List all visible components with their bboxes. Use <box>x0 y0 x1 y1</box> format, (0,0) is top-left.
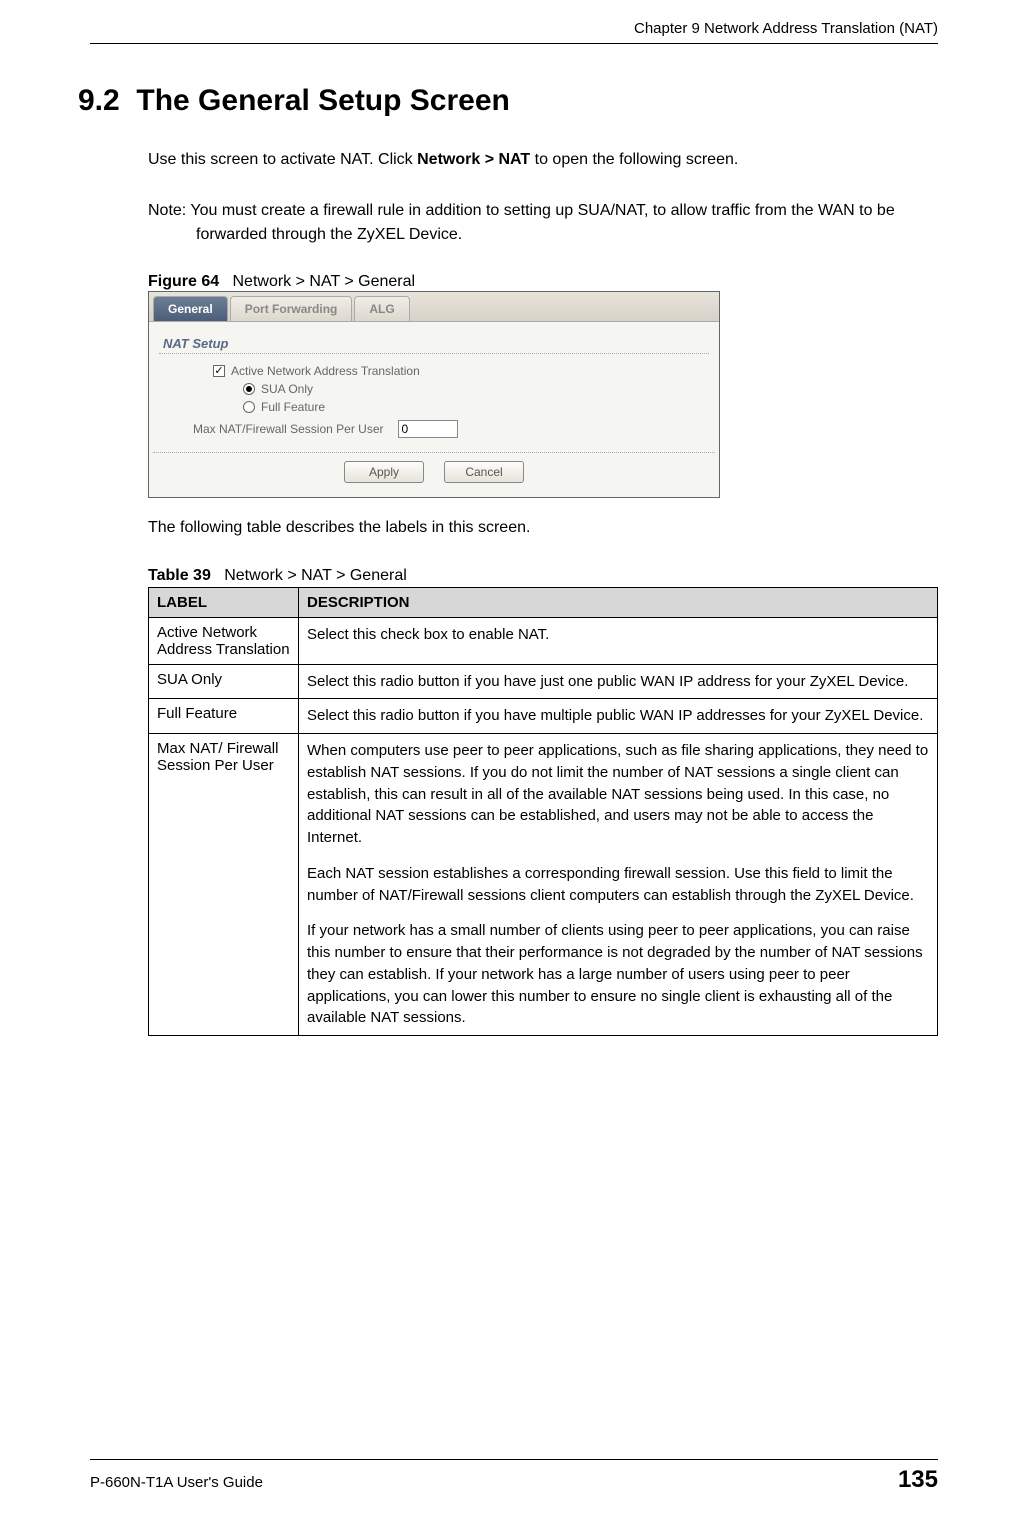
section-number: 9.2 <box>78 84 120 117</box>
description-table: LABEL DESCRIPTION Active Network Address… <box>148 587 938 1037</box>
note-text: Note: You must create a firewall rule in… <box>148 199 938 247</box>
table-title: Network > NAT > General <box>224 567 407 584</box>
full-feature-radio[interactable] <box>243 401 255 413</box>
apply-button[interactable]: Apply <box>344 461 424 483</box>
cell-label: SUA Only <box>149 664 299 699</box>
footer: P-660N-T1A User's Guide 135 <box>90 1459 938 1494</box>
cell-desc: Select this radio button if you have mul… <box>299 699 938 734</box>
figure-title: Network > NAT > General <box>232 273 415 290</box>
desc-p: Select this radio button if you have mul… <box>307 705 929 727</box>
table-row: Max NAT/ Firewall Session Per User When … <box>149 734 938 1036</box>
sua-only-radio[interactable] <box>243 383 255 395</box>
session-label: Max NAT/Firewall Session Per User <box>193 422 384 436</box>
desc-p: Select this radio button if you have jus… <box>307 671 929 693</box>
table-row: Full Feature Select this radio button if… <box>149 699 938 734</box>
tab-port-forwarding[interactable]: Port Forwarding <box>230 296 353 321</box>
cell-label: Full Feature <box>149 699 299 734</box>
footer-guide: P-660N-T1A User's Guide <box>90 1474 263 1491</box>
table-row: Active Network Address Translation Selec… <box>149 617 938 664</box>
section-heading: 9.2 The General Setup Screen <box>78 84 938 118</box>
before-table-text: The following table describes the labels… <box>148 516 938 541</box>
table-caption: Table 39 Network > NAT > General <box>148 567 938 585</box>
button-bar: Apply Cancel <box>153 452 715 493</box>
table-label: Table 39 <box>148 567 211 584</box>
note-paragraph: Note: You must create a firewall rule in… <box>148 199 938 247</box>
cancel-button[interactable]: Cancel <box>444 461 524 483</box>
figure-caption: Figure 64 Network > NAT > General <box>148 273 938 291</box>
active-nat-checkbox[interactable] <box>213 365 225 377</box>
cell-desc: When computers use peer to peer applicat… <box>299 734 938 1036</box>
active-nat-row: Active Network Address Translation <box>213 364 715 378</box>
cell-label: Active Network Address Translation <box>149 617 299 664</box>
intro-paragraph: Use this screen to activate NAT. Click N… <box>148 148 938 173</box>
active-nat-label: Active Network Address Translation <box>231 364 420 378</box>
running-header: Chapter 9 Network Address Translation (N… <box>90 20 938 44</box>
sua-only-row: SUA Only <box>243 382 715 396</box>
cell-desc: Select this check box to enable NAT. <box>299 617 938 664</box>
figure-label: Figure 64 <box>148 273 219 290</box>
full-feature-label: Full Feature <box>261 400 325 414</box>
intro-suffix: to open the following screen. <box>530 151 738 168</box>
cell-desc: Select this radio button if you have jus… <box>299 664 938 699</box>
tab-bar: General Port Forwarding ALG <box>149 292 719 322</box>
tab-alg[interactable]: ALG <box>354 296 409 321</box>
sua-only-label: SUA Only <box>261 382 313 396</box>
desc-p: When computers use peer to peer applicat… <box>307 740 929 849</box>
desc-p: Select this check box to enable NAT. <box>307 624 929 646</box>
desc-p: If your network has a small number of cl… <box>307 920 929 1029</box>
group-title: NAT Setup <box>163 336 715 351</box>
th-description: DESCRIPTION <box>299 587 938 617</box>
intro-bold: Network > NAT <box>417 151 530 168</box>
session-input[interactable] <box>398 420 458 438</box>
section-title: The General Setup Screen <box>136 84 509 117</box>
nat-screenshot: General Port Forwarding ALG NAT Setup Ac… <box>148 291 720 498</box>
intro-prefix: Use this screen to activate NAT. Click <box>148 151 417 168</box>
session-row: Max NAT/Firewall Session Per User <box>193 420 715 438</box>
cell-label: Max NAT/ Firewall Session Per User <box>149 734 299 1036</box>
table-row: SUA Only Select this radio button if you… <box>149 664 938 699</box>
divider <box>159 353 709 354</box>
footer-page-number: 135 <box>898 1466 938 1494</box>
th-label: LABEL <box>149 587 299 617</box>
desc-p: Each NAT session establishes a correspon… <box>307 863 929 907</box>
tab-general[interactable]: General <box>153 296 228 321</box>
full-feature-row: Full Feature <box>243 400 715 414</box>
